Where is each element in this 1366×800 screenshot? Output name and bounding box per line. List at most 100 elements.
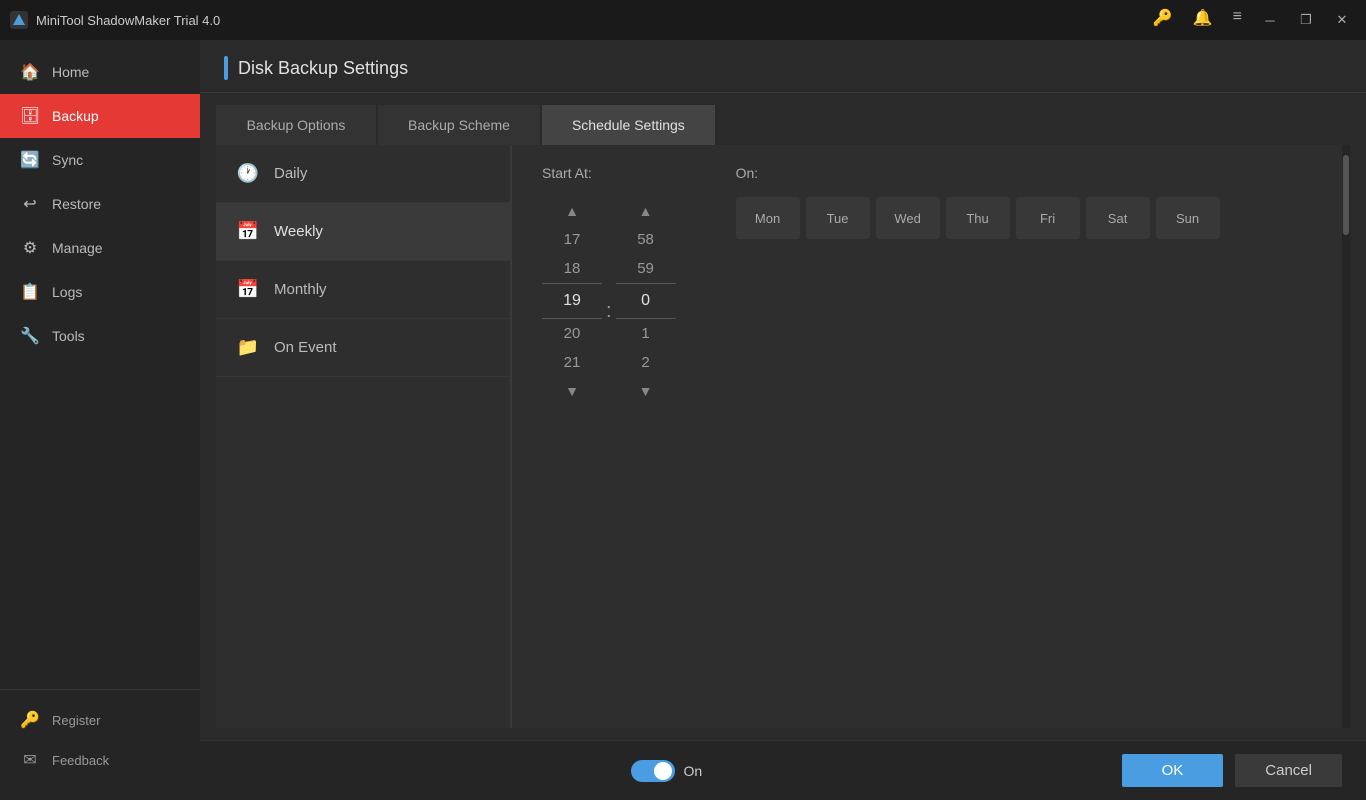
restore-icon: ↩ (20, 194, 40, 214)
option-daily[interactable]: 🕐 Daily (216, 145, 510, 203)
sidebar-bottom: 🔑 Register ✉ Feedback (0, 689, 200, 800)
right-panel: Start At: ▲ 17 18 19 20 21 ▼ (512, 145, 1350, 728)
hours-down-button[interactable]: ▼ (555, 377, 589, 405)
day-sat[interactable]: Sat (1086, 197, 1150, 239)
sidebar-item-restore[interactable]: ↩ Restore (0, 182, 200, 226)
hour-current: 19 (542, 283, 602, 319)
feedback-icon: ✉ (20, 750, 40, 770)
option-label: On Event (274, 339, 337, 356)
option-label: Weekly (274, 223, 323, 240)
minimize-button[interactable]: ─ (1256, 6, 1284, 34)
day-thu[interactable]: Thu (946, 197, 1010, 239)
ok-button[interactable]: OK (1122, 754, 1224, 787)
bell-icon[interactable]: 🔔 (1187, 6, 1219, 34)
cancel-button[interactable]: Cancel (1235, 754, 1342, 787)
day-tue[interactable]: Tue (806, 197, 870, 239)
hours-up-button[interactable]: ▲ (555, 197, 589, 225)
sidebar-bottom-label: Feedback (52, 753, 109, 768)
manage-icon: ⚙ (20, 238, 40, 258)
tools-icon: 🔧 (20, 326, 40, 346)
toggle-label: On (683, 763, 702, 779)
option-on-event[interactable]: 📁 On Event (216, 319, 510, 377)
sidebar-item-tools[interactable]: 🔧 Tools (0, 314, 200, 358)
hour-20: 20 (542, 319, 602, 348)
tab-backup-scheme[interactable]: Backup Scheme (378, 105, 540, 145)
sidebar-item-label: Logs (52, 284, 82, 300)
weekly-icon: 📅 (236, 221, 260, 242)
option-label: Monthly (274, 281, 327, 298)
toggle-knob (654, 762, 672, 780)
toggle-wrap: On (631, 760, 702, 782)
hour-17: 17 (542, 225, 602, 254)
scrollbar-thumb (1343, 155, 1349, 235)
sidebar-item-logs[interactable]: 📋 Logs (0, 270, 200, 314)
minute-2: 2 (616, 348, 676, 377)
sidebar-item-register[interactable]: 🔑 Register (0, 700, 200, 740)
sidebar-item-backup[interactable]: 🗄 Backup (0, 94, 200, 138)
page-title: Disk Backup Settings (238, 58, 408, 79)
tabs-content: Backup Options Backup Scheme Schedule Se… (200, 93, 1366, 740)
days-section: On: Mon Tue Wed Thu Fri Sat Sun (736, 165, 1320, 239)
option-weekly[interactable]: 📅 Weekly (216, 203, 510, 261)
monthly-icon: 📅 (236, 279, 260, 300)
day-sun[interactable]: Sun (1156, 197, 1220, 239)
option-label: Daily (274, 165, 307, 182)
page-header: Disk Backup Settings (200, 40, 1366, 93)
hours-column: ▲ 17 18 19 20 21 ▼ (542, 197, 602, 405)
content-area: Disk Backup Settings Backup Options Back… (200, 40, 1366, 800)
titlebar: MiniTool ShadowMaker Trial 4.0 🔑 🔔 ≡ ─ ❐… (0, 0, 1366, 40)
sync-icon: 🔄 (20, 150, 40, 170)
minute-current: 0 (616, 283, 676, 319)
scrollbar-track[interactable] (1342, 145, 1350, 728)
sidebar-item-manage[interactable]: ⚙ Manage (0, 226, 200, 270)
titlebar-controls: 🔑 🔔 ≡ ─ ❐ ✕ (1147, 6, 1356, 34)
on-label: On: (736, 165, 1320, 181)
start-at-label: Start At: (542, 165, 592, 181)
tab-backup-options[interactable]: Backup Options (216, 105, 376, 145)
sidebar-item-label: Backup (52, 108, 99, 124)
restore-button[interactable]: ❐ (1292, 6, 1320, 34)
sidebar-item-sync[interactable]: 🔄 Sync (0, 138, 200, 182)
main-layout: 🏠 Home 🗄 Backup 🔄 Sync ↩ Restore ⚙ Manag… (0, 40, 1366, 800)
header-accent (224, 56, 228, 80)
tab-schedule-settings[interactable]: Schedule Settings (542, 105, 715, 145)
daily-icon: 🕐 (236, 163, 260, 184)
logs-icon: 📋 (20, 282, 40, 302)
minutes-column: ▲ 58 59 0 1 2 ▼ (616, 197, 676, 405)
home-icon: 🏠 (20, 62, 40, 82)
schedule-row: Start At: ▲ 17 18 19 20 21 ▼ (542, 165, 1320, 405)
sidebar-item-label: Sync (52, 152, 83, 168)
app-logo (10, 11, 28, 29)
panel-area: 🕐 Daily 📅 Weekly 📅 Monthly 📁 On Event (216, 145, 1350, 728)
sidebar-item-label: Tools (52, 328, 85, 344)
key-icon[interactable]: 🔑 (1147, 6, 1179, 34)
hour-21: 21 (542, 348, 602, 377)
minute-58: 58 (616, 225, 676, 254)
tab-bar: Backup Options Backup Scheme Schedule Se… (216, 105, 1350, 145)
menu-icon[interactable]: ≡ (1227, 6, 1248, 34)
sidebar-item-label: Restore (52, 196, 101, 212)
toggle-switch[interactable] (631, 760, 675, 782)
register-icon: 🔑 (20, 710, 40, 730)
option-monthly[interactable]: 📅 Monthly (216, 261, 510, 319)
time-picker: Start At: ▲ 17 18 19 20 21 ▼ (542, 165, 676, 405)
app-title: MiniTool ShadowMaker Trial 4.0 (36, 13, 1147, 28)
sidebar: 🏠 Home 🗄 Backup 🔄 Sync ↩ Restore ⚙ Manag… (0, 40, 200, 800)
day-fri[interactable]: Fri (1016, 197, 1080, 239)
close-button[interactable]: ✕ (1328, 6, 1356, 34)
minutes-down-button[interactable]: ▼ (629, 377, 663, 405)
day-wed[interactable]: Wed (876, 197, 940, 239)
minutes-up-button[interactable]: ▲ (629, 197, 663, 225)
sidebar-item-label: Manage (52, 240, 103, 256)
bottom-bar: On OK Cancel (200, 740, 1366, 800)
minute-59: 59 (616, 254, 676, 283)
left-panel: 🕐 Daily 📅 Weekly 📅 Monthly 📁 On Event (216, 145, 511, 728)
minute-1: 1 (616, 319, 676, 348)
sidebar-item-label: Home (52, 64, 89, 80)
sidebar-item-feedback[interactable]: ✉ Feedback (0, 740, 200, 780)
hour-18: 18 (542, 254, 602, 283)
days-grid: Mon Tue Wed Thu Fri Sat Sun (736, 197, 1320, 239)
on-event-icon: 📁 (236, 337, 260, 358)
day-mon[interactable]: Mon (736, 197, 800, 239)
sidebar-item-home[interactable]: 🏠 Home (0, 50, 200, 94)
